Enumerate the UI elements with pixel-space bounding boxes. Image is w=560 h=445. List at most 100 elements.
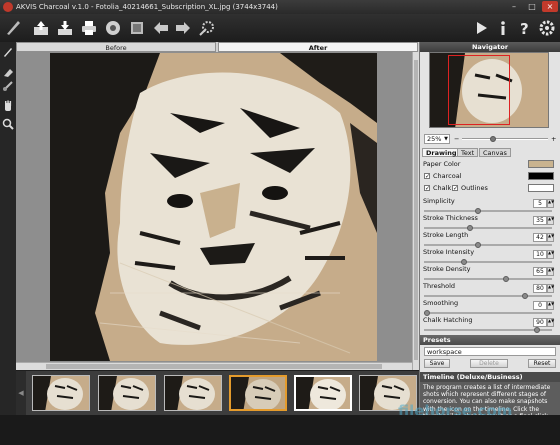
param-label: Chalk Hatching (423, 316, 473, 324)
zoom-slider[interactable] (462, 138, 548, 140)
horizontal-scrollbar[interactable] (16, 362, 412, 370)
settings-panel: Navigator 25% ▼ − + Drawing Text Canvas P… (419, 42, 560, 415)
timeline-thumbnail-selected[interactable] (229, 375, 287, 411)
status-bar (0, 415, 560, 445)
pencil-icon[interactable] (2, 46, 14, 58)
vertical-scrollbar[interactable] (412, 52, 419, 370)
open-icon[interactable] (30, 17, 52, 39)
charcoal-checkbox[interactable]: ✓ (424, 173, 430, 180)
param-slider[interactable] (424, 227, 552, 229)
delete-preset-button[interactable]: Delete (470, 359, 508, 368)
preset-select[interactable]: workspace (424, 347, 556, 356)
scroll-thumb[interactable] (414, 60, 418, 360)
param-slider-knob[interactable] (503, 276, 510, 282)
maximize-button[interactable]: □ (524, 1, 540, 12)
timeline-strip: ◀ (16, 371, 419, 415)
chevron-down-icon: ▼ (444, 136, 448, 142)
zoom-out-icon[interactable]: − (454, 135, 459, 143)
share-icon[interactable] (102, 17, 124, 39)
outlines-checkbox[interactable]: ✓ (452, 185, 458, 192)
save-preset-button[interactable]: Save (424, 359, 450, 368)
param-value-input[interactable]: 90 (533, 318, 547, 327)
info-icon[interactable] (492, 17, 514, 39)
zoom-select[interactable]: 25% ▼ (424, 134, 450, 144)
param-slider-knob[interactable] (533, 327, 540, 333)
timeline-title: Timeline (Deluxe/Business) (420, 372, 560, 382)
eraser-icon[interactable] (2, 66, 14, 78)
param-slider[interactable] (424, 210, 552, 212)
param-slider[interactable] (424, 278, 552, 280)
chalk-color-swatch[interactable] (528, 184, 554, 192)
param-value-input[interactable]: 10 (533, 250, 547, 259)
result-image[interactable] (50, 53, 377, 361)
tool-panel (0, 42, 16, 415)
param-label: Threshold (423, 282, 456, 290)
zoom-slider-knob[interactable] (490, 136, 496, 142)
help-icon[interactable]: ? (514, 17, 536, 39)
param-value-input[interactable]: 65 (533, 267, 547, 276)
param-value-input[interactable]: 80 (533, 284, 547, 293)
redo-icon[interactable] (172, 17, 194, 39)
stroke-icon[interactable] (2, 80, 14, 92)
chalk-checkbox[interactable]: ✓ (424, 185, 430, 192)
save-icon[interactable] (54, 17, 76, 39)
param-label: Simplicity (423, 197, 455, 205)
timeline-thumbnail[interactable] (98, 375, 156, 411)
minimize-button[interactable]: – (506, 1, 522, 12)
param-spinner[interactable]: ▲▼ (547, 199, 554, 208)
param-spinner[interactable]: ▲▼ (547, 284, 554, 293)
param-spinner[interactable]: ▲▼ (547, 216, 554, 225)
param-value-input[interactable]: 0 (533, 301, 547, 310)
paper-color-swatch[interactable] (528, 160, 554, 168)
navigator-title: Navigator (420, 42, 560, 52)
tab-canvas[interactable]: Canvas (479, 148, 511, 157)
param-label: Stroke Thickness (423, 214, 478, 222)
param-value-input[interactable]: 5 (533, 199, 547, 208)
param-slider-knob[interactable] (475, 242, 482, 248)
settings-tabs: Drawing Text Canvas (420, 148, 560, 157)
param-spinner[interactable]: ▲▼ (547, 233, 554, 242)
navigator-preview[interactable] (429, 52, 549, 128)
param-spinner[interactable]: ▲▼ (547, 267, 554, 276)
param-spinner[interactable]: ▲▼ (547, 250, 554, 259)
close-button[interactable]: × (542, 1, 558, 12)
navigator-view-frame[interactable] (448, 55, 510, 125)
param-slider[interactable] (424, 329, 552, 331)
undo-icon[interactable] (150, 17, 172, 39)
app-icon (3, 2, 13, 12)
reset-button[interactable]: Reset (528, 359, 556, 368)
param-spinner[interactable]: ▲▼ (547, 318, 554, 327)
zoom-in-icon[interactable]: + (551, 135, 556, 143)
param-value-input[interactable]: 42 (533, 233, 547, 242)
tab-before[interactable]: Before (16, 42, 216, 52)
tab-drawing[interactable]: Drawing (422, 148, 461, 157)
param-spinner[interactable]: ▲▼ (547, 301, 554, 310)
title-bar: AKVIS Charcoal v.1.0 - Fotolia_40214661_… (0, 0, 560, 14)
hand-icon[interactable] (2, 100, 14, 112)
charcoal-color-swatch[interactable] (528, 172, 554, 180)
zoom-icon[interactable] (2, 118, 14, 130)
tab-text[interactable]: Text (457, 148, 479, 157)
view-tabs: Before After (16, 42, 419, 52)
tab-after[interactable]: After (218, 42, 418, 52)
timeline-thumbnail[interactable] (32, 375, 90, 411)
timeline-thumbnail-current[interactable] (294, 375, 352, 411)
param-slider[interactable] (424, 261, 552, 263)
timeline-prev-button[interactable]: ◀ (16, 371, 26, 415)
preferences-icon[interactable] (536, 17, 558, 39)
param-slider[interactable] (424, 244, 552, 246)
toolbar: ? (0, 14, 560, 42)
export-icon[interactable] (126, 17, 148, 39)
param-slider-knob[interactable] (521, 293, 528, 299)
print-icon[interactable] (78, 17, 100, 39)
param-label: Stroke Intensity (423, 248, 475, 256)
param-slider[interactable] (424, 295, 552, 297)
settings-icon[interactable] (196, 17, 218, 39)
param-value-input[interactable]: 35 (533, 216, 547, 225)
param-slider[interactable] (424, 312, 552, 314)
scroll-thumb[interactable] (46, 364, 382, 369)
zoom-row: 25% ▼ − + (424, 134, 558, 145)
charcoal-logo-icon (2, 17, 24, 39)
timeline-thumbnail[interactable] (164, 375, 222, 411)
run-icon[interactable] (470, 17, 492, 39)
